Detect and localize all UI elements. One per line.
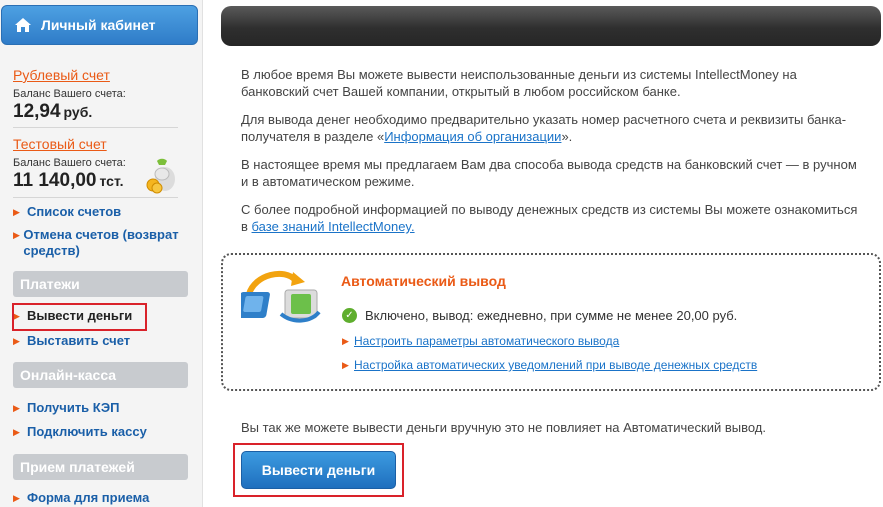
manual-withdraw-text: Вы так же можете вывести деньги вручную … — [241, 420, 766, 435]
page-title-bar — [221, 6, 881, 46]
section-payment-acceptance: Прием платежей — [13, 454, 188, 480]
paragraph: В настоящее время мы предлагаем Вам два … — [241, 157, 857, 189]
account-test-link[interactable]: Тестовый счет — [13, 136, 178, 152]
arrow-icon: ▶ — [13, 493, 20, 503]
balance-value: 12,94 руб. — [13, 101, 93, 122]
arrow-icon: ▶ — [342, 336, 349, 346]
highlight-frame — [233, 443, 404, 497]
divider — [13, 127, 178, 128]
auto-settings-link[interactable]: Настроить параметры автоматического выво… — [354, 334, 619, 348]
check-icon: ✓ — [342, 308, 357, 323]
arrow-icon: ▶ — [13, 207, 20, 217]
intro-text: В любое время Вы можете вывести неисполь… — [241, 66, 861, 246]
arrow-icon: ▶ — [13, 336, 20, 346]
section-online-kassa: Онлайн-касса — [13, 362, 188, 388]
menu-payment-form[interactable]: ▶ Форма для приема — [13, 490, 149, 506]
cabinet-title: Личный кабинет — [41, 17, 156, 33]
menu-accounts-list[interactable]: ▶ Список счетов — [13, 204, 121, 220]
menu-get-kep[interactable]: ▶ Получить КЭП — [13, 400, 119, 416]
auto-notifications-link[interactable]: Настройка автоматических уведомлений при… — [354, 358, 757, 372]
highlight-frame — [12, 303, 147, 331]
knowledge-base-link[interactable]: базе знаний IntellectMoney. — [252, 219, 415, 234]
auto-withdraw-status: ✓ Включено, вывод: ежедневно, при сумме … — [342, 308, 737, 323]
balance-label: Баланс Вашего счета: — [13, 88, 126, 100]
coins-icon — [143, 155, 183, 195]
section-payments: Платежи — [13, 271, 188, 297]
arrow-icon: ▶ — [13, 427, 20, 437]
arrow-icon: ▶ — [13, 403, 20, 413]
arrow-icon: ▶ — [13, 230, 20, 240]
menu-invoice[interactable]: ▶ Выставить счет — [13, 333, 130, 349]
paragraph: С более подробной информацией по выводу … — [241, 202, 858, 234]
sidebar: Личный кабинет Рублевый счет Баланс Ваше… — [0, 0, 203, 507]
auto-transfer-icon — [236, 266, 327, 324]
divider — [13, 197, 178, 198]
account-rub: Рублевый счет Баланс Вашего счета: 12,94… — [13, 67, 178, 123]
cabinet-header[interactable]: Личный кабинет — [1, 5, 198, 45]
arrow-icon: ▶ — [342, 360, 349, 370]
paragraph: Для вывода денег необходимо предваритель… — [241, 112, 847, 144]
auto-withdraw-title: Автоматический вывод — [341, 273, 506, 289]
auto-settings-row: ▶ Настроить параметры автоматического вы… — [342, 334, 619, 348]
paragraph: В любое время Вы можете вывести неисполь… — [241, 67, 797, 99]
auto-notifications-row: ▶ Настройка автоматических уведомлений п… — [342, 358, 757, 372]
menu-connect-kassa[interactable]: ▶ Подключить кассу — [13, 424, 147, 440]
account-rub-link[interactable]: Рублевый счет — [13, 67, 178, 83]
home-icon — [14, 17, 32, 33]
menu-cancel-accounts[interactable]: ▶ Отмена счетов (возврат средств) — [13, 227, 183, 259]
org-info-link[interactable]: Информация об организации — [384, 129, 561, 144]
